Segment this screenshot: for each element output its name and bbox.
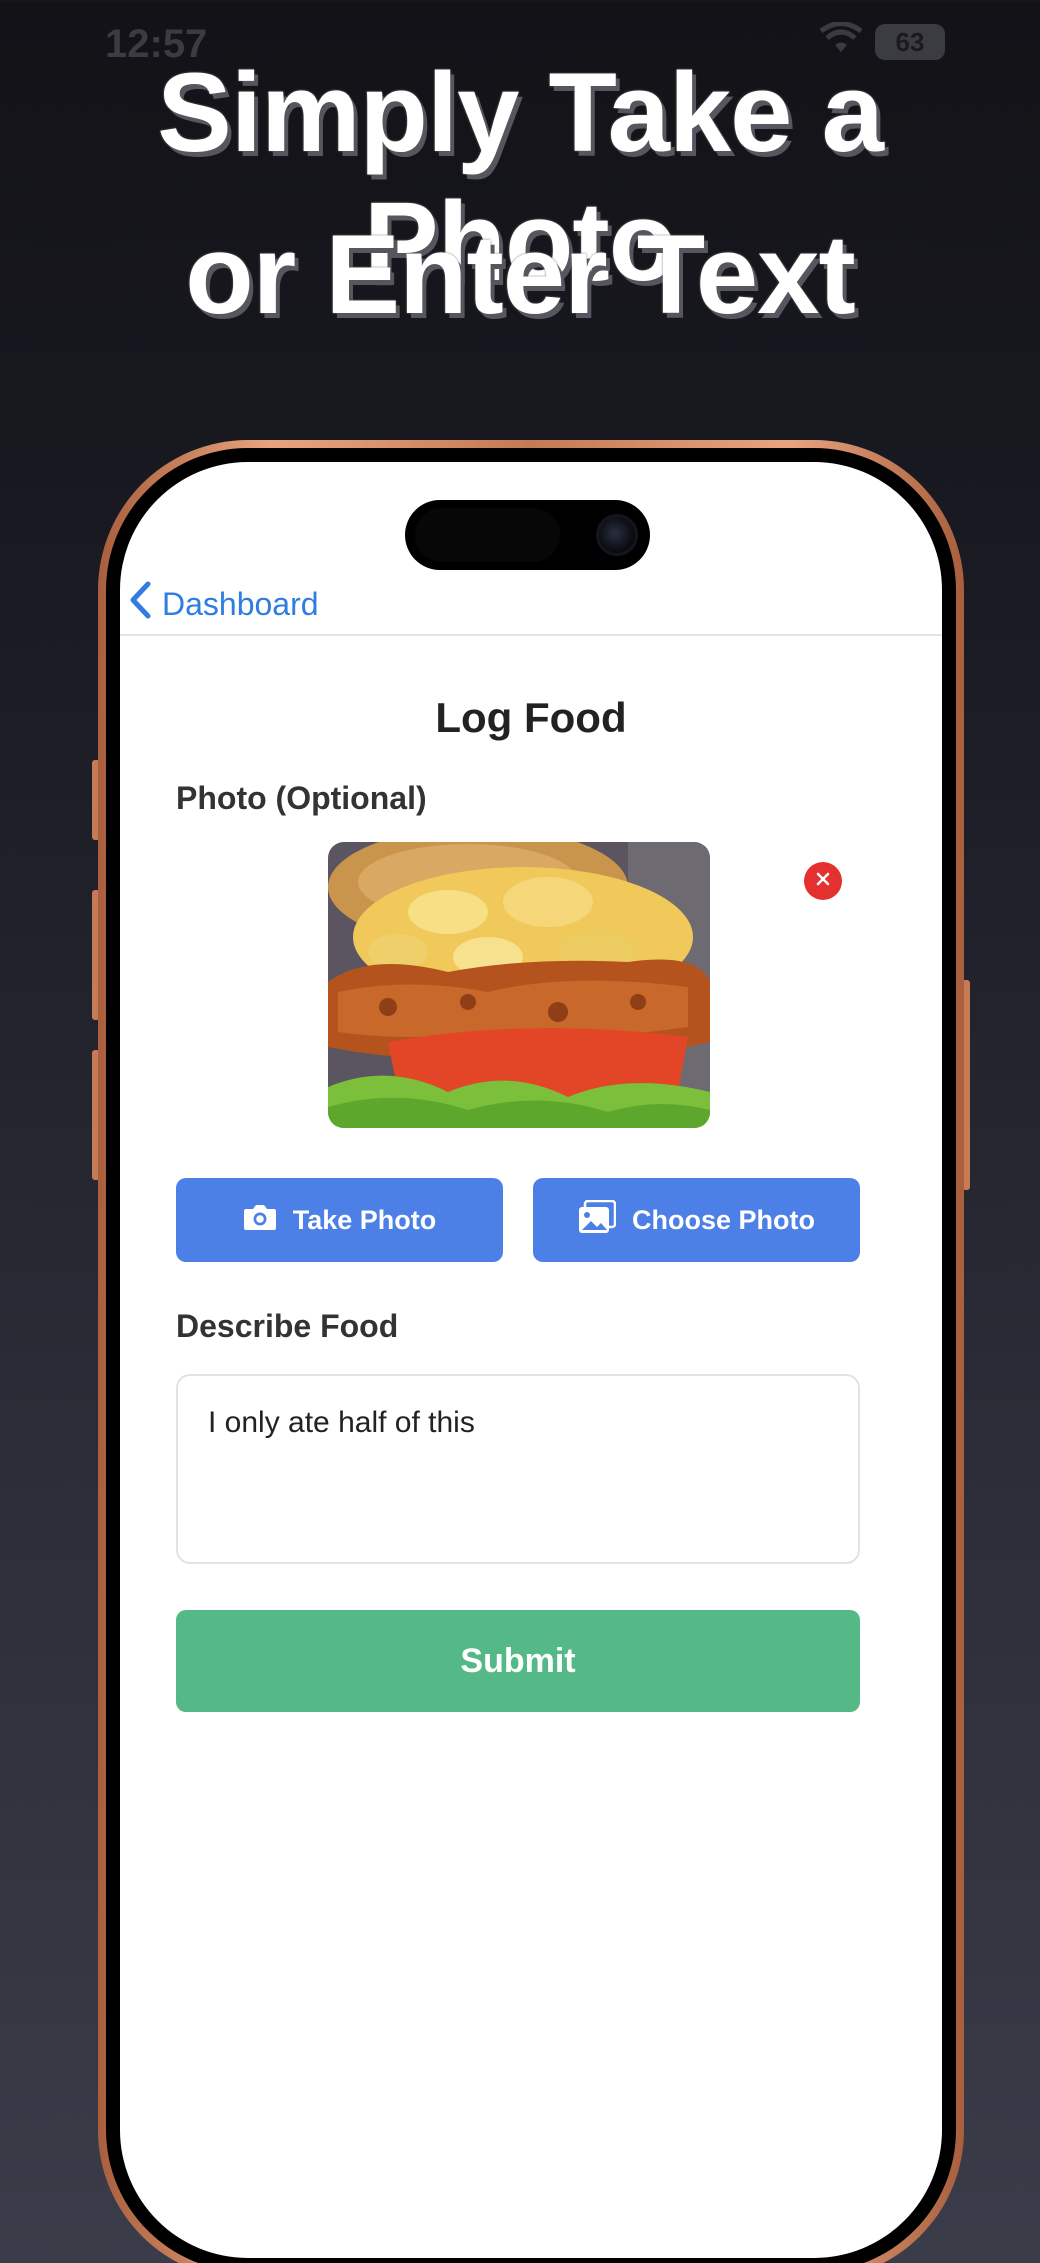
submit-button[interactable]: Submit: [176, 1610, 860, 1712]
dynamic-island: [405, 500, 650, 570]
remove-photo-button[interactable]: [804, 862, 842, 900]
island-sensor: [415, 508, 560, 562]
close-icon: [815, 871, 831, 892]
back-button-label: Dashboard: [162, 585, 319, 622]
phone-bezel: Dashboard Log Food Photo (Optional) Take…: [106, 448, 956, 2263]
take-photo-label: Take Photo: [292, 1204, 437, 1235]
phone-frame: Dashboard Log Food Photo (Optional) Take…: [98, 440, 964, 2263]
choose-photo-label: Choose Photo: [632, 1204, 815, 1235]
chevron-left-icon: [128, 580, 162, 628]
app-screen: Dashboard Log Food Photo (Optional) Take…: [120, 462, 942, 2258]
choose-photo-button[interactable]: Choose Photo: [533, 1178, 860, 1262]
camera-icon: [243, 1203, 277, 1238]
front-camera-icon: [596, 514, 638, 556]
describe-food-input[interactable]: I only ate half of this: [176, 1374, 860, 1564]
page-title: Log Food: [435, 694, 627, 741]
take-photo-button[interactable]: Take Photo: [176, 1178, 503, 1262]
image-gallery-icon: [578, 1199, 617, 1241]
headline-line-2: or Enter Text: [185, 212, 856, 337]
describe-food-label: Describe Food: [176, 1308, 399, 1344]
navigation-bar: Dashboard: [120, 562, 942, 636]
food-photo: [328, 842, 710, 1128]
back-button[interactable]: Dashboard: [128, 580, 319, 628]
photo-label: Photo (Optional): [176, 780, 427, 816]
